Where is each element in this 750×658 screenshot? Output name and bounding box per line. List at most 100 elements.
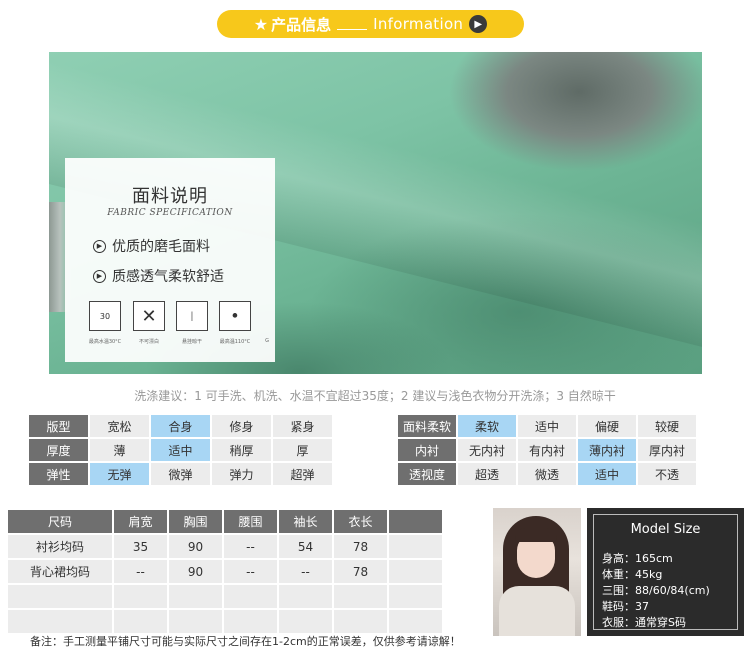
size-note: 备注：手工测量平铺尺寸可能与实际尺寸之间存在1-2cm的正常误差，仅供参考请谅解… [30, 635, 461, 648]
table-row [8, 610, 442, 633]
size-header-row: 尺码 肩宽 胸围 腰围 袖长 衣长 [8, 510, 442, 533]
wash-30-icon: 30 [89, 301, 121, 331]
option-cell-selected: 薄内衬 [578, 439, 636, 461]
row-header: 弹性 [29, 463, 88, 485]
wash-advice: 洗涤建议：1 可手洗、机洗、水温不宜超过35度；2 建议与浅色衣物分开洗涤；3 … [134, 389, 616, 403]
option-cell: 厚 [273, 439, 332, 461]
table-cell: 78 [334, 535, 387, 558]
table-cell: -- [114, 560, 167, 583]
option-cell: 厚内衬 [638, 439, 696, 461]
option-cell-selected: 适中 [578, 463, 636, 485]
table-cell [389, 560, 442, 583]
banner-divider [337, 28, 368, 30]
table-row: 衬衫均码 35 90 -- 54 78 [8, 535, 442, 558]
table-cell [389, 610, 442, 633]
option-cell: 微弹 [151, 463, 210, 485]
fabric-feature: ▶ 优质的磨毛面料 [93, 236, 210, 256]
row-header: 透视度 [398, 463, 456, 485]
table-cell [334, 585, 387, 608]
table-cell [8, 610, 112, 633]
table-cell [114, 585, 167, 608]
option-cell: 微透 [518, 463, 576, 485]
column-header: 腰围 [224, 510, 277, 533]
model-photo [493, 508, 581, 636]
model-stat: 三围：88/60/84(cm) [602, 584, 710, 597]
play-arrow-icon: ▶ [469, 15, 488, 33]
care-caption: 最高温110°C [219, 339, 251, 345]
row-header: 版型 [29, 415, 88, 437]
table-row: 内衬 无内衬 有内衬 薄内衬 厚内衬 [398, 439, 696, 461]
table-cell: -- [224, 560, 277, 583]
table-row: 版型 宽松 合身 修身 紧身 [29, 415, 332, 437]
banner-title-cn: 产品信息 [271, 15, 332, 34]
model-size-box: Model Size 身高：165cm 体重：45kg 三围：88/60/84(… [587, 508, 744, 636]
table-cell [224, 610, 277, 633]
option-cell: 有内衬 [518, 439, 576, 461]
option-cell: 偏硬 [578, 415, 636, 437]
table-row: 面料柔软 柔软 适中 偏硬 较硬 [398, 415, 696, 437]
option-cell: 不透 [638, 463, 696, 485]
table-cell: 90 [169, 535, 222, 558]
fabric-feature: ▶ 质感透气柔软舒适 [93, 266, 224, 286]
arrow-circle-icon: ▶ [93, 239, 106, 253]
table-cell [114, 610, 167, 633]
option-cell-selected: 柔软 [458, 415, 516, 437]
care-caption: 不可漂白 [138, 339, 159, 345]
table-cell [389, 535, 442, 558]
size-table: 尺码 肩宽 胸围 腰围 袖长 衣长 衬衫均码 35 90 -- 54 78 背心… [6, 508, 444, 635]
product-info-banner: ★ 产品信息 Information ▶ [217, 10, 524, 38]
model-stat: 衣服：通常穿S码 [602, 616, 686, 629]
option-cell: 弹力 [212, 463, 271, 485]
row-header: 内衬 [398, 439, 456, 461]
model-stat: 鞋码：37 [602, 600, 649, 613]
model-size-title: Model Size [630, 522, 701, 537]
table-cell [169, 610, 222, 633]
table-cell: 衬衫均码 [8, 535, 112, 558]
table-cell: 背心裙均码 [8, 560, 112, 583]
table-cell [224, 585, 277, 608]
fabric-title: 面料说明 [132, 186, 208, 207]
option-cell: 无内衬 [458, 439, 516, 461]
column-header: 肩宽 [114, 510, 167, 533]
table-row [8, 585, 442, 608]
table-cell: 90 [169, 560, 222, 583]
model-stat: 身高：165cm [602, 552, 673, 565]
option-cell-selected: 适中 [151, 439, 210, 461]
table-cell [389, 585, 442, 608]
table-cell [169, 585, 222, 608]
fabric-info-box: 面料说明 FABRIC SPECIFICATION ▶ 优质的磨毛面料 ▶ 质感… [65, 158, 275, 362]
option-cell: 稍厚 [212, 439, 271, 461]
table-cell: 35 [114, 535, 167, 558]
iron-110-icon: ⚫ [219, 301, 251, 331]
option-cell: 适中 [518, 415, 576, 437]
arrow-circle-icon: ▶ [93, 269, 106, 283]
model-stat: 体重：45kg [602, 568, 663, 581]
star-icon: ★ [253, 14, 269, 34]
option-cell: 薄 [90, 439, 149, 461]
column-header: 袖长 [279, 510, 332, 533]
banner-title-en: Information [373, 15, 464, 33]
column-header [389, 510, 442, 533]
table-cell [334, 610, 387, 633]
column-header: 尺码 [8, 510, 112, 533]
brand-logo: G [265, 338, 269, 344]
option-cell: 宽松 [90, 415, 149, 437]
table-row: 厚度 薄 适中 稍厚 厚 [29, 439, 332, 461]
option-cell: 超弹 [273, 463, 332, 485]
option-cell: 紧身 [273, 415, 332, 437]
option-cell: 修身 [212, 415, 271, 437]
table-cell [279, 585, 332, 608]
column-header: 胸围 [169, 510, 222, 533]
care-caption: 悬挂晾干 [181, 339, 202, 345]
hang-dry-icon: │ [176, 301, 208, 331]
table-cell: 54 [279, 535, 332, 558]
option-cell-selected: 合身 [151, 415, 210, 437]
table-row: 弹性 无弹 微弹 弹力 超弹 [29, 463, 332, 485]
no-bleach-icon: ✕ [133, 301, 165, 331]
table-cell: -- [224, 535, 277, 558]
table-cell: 78 [334, 560, 387, 583]
option-cell: 较硬 [638, 415, 696, 437]
option-cell: 超透 [458, 463, 516, 485]
option-cell-selected: 无弹 [90, 463, 149, 485]
row-header: 厚度 [29, 439, 88, 461]
